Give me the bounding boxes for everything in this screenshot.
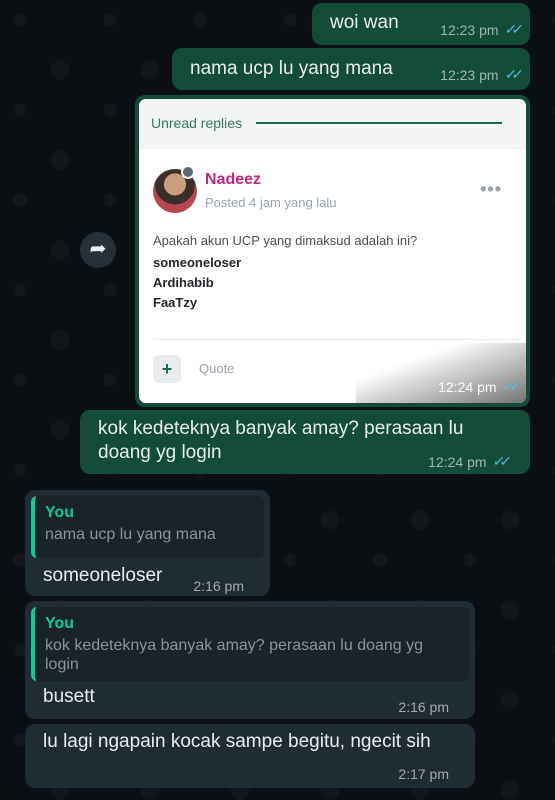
incoming-message[interactable]: You nama ucp lu yang mana someoneloser 2… — [25, 490, 270, 596]
double-check-icon: ✓✓ — [503, 66, 520, 82]
outgoing-message[interactable]: woi wan 12:23 pm ✓✓ — [312, 3, 530, 45]
double-check-icon: ✓✓ — [491, 453, 508, 469]
quoted-message[interactable]: You nama ucp lu yang mana — [31, 496, 264, 558]
plus-icon: + — [153, 355, 181, 383]
message-time: 12:24 pm — [428, 453, 487, 470]
quote-author: You — [45, 615, 75, 632]
card-header-label: Unread replies — [151, 115, 243, 131]
quoted-message[interactable]: You kok kedeteknya banyak amay? perasaan… — [31, 607, 469, 681]
double-check-icon: ✓✓ — [501, 378, 518, 394]
message-time: 12:23 pm — [440, 21, 499, 38]
quote-author: You — [45, 504, 75, 521]
incoming-message[interactable]: You kok kedeteknya banyak amay? perasaan… — [25, 601, 475, 719]
message-time: 12:24 pm — [438, 378, 497, 395]
post-account: someoneloser — [153, 255, 242, 270]
incoming-message[interactable]: lu lagi ngapain kocak sampe begitu, ngec… — [25, 724, 475, 788]
card-header: Unread replies — [139, 99, 526, 147]
quote-label: Quote — [199, 361, 235, 376]
image-message[interactable]: Unread replies Nadeez Posted 4 jam yang … — [135, 95, 530, 407]
message-meta: 12:23 pm ✓✓ — [440, 21, 520, 38]
message-meta: 12:24 pm ✓✓ — [438, 378, 518, 395]
forward-icon[interactable]: ➦ — [80, 232, 116, 268]
screenshot-image[interactable]: Unread replies Nadeez Posted 4 jam yang … — [139, 99, 526, 403]
more-options-icon: ••• — [480, 179, 502, 199]
message-text: nama ucp lu yang mana — [190, 58, 393, 79]
double-check-icon: ✓✓ — [503, 21, 520, 37]
post-account: Ardihabib — [153, 275, 214, 290]
post-account: FaaTzy — [153, 295, 198, 310]
message-text: busett — [43, 686, 95, 707]
quote-text: nama ucp lu yang mana — [45, 526, 216, 543]
outgoing-message[interactable]: nama ucp lu yang mana 12:23 pm ✓✓ — [172, 48, 530, 90]
quote-text: kok kedeteknya banyak amay? perasaan lu … — [45, 637, 424, 673]
message-time: 2:16 pm — [193, 578, 244, 594]
message-time: 2:17 pm — [398, 766, 449, 782]
message-time: 12:23 pm — [440, 66, 499, 83]
message-text: woi wan — [330, 12, 399, 33]
message-meta: 12:23 pm ✓✓ — [440, 66, 520, 83]
post-timestamp: Posted 4 jam yang lalu — [205, 195, 337, 210]
post-username: Nadeez — [205, 171, 262, 188]
message-text: lu lagi ngapain kocak sampe begitu, ngec… — [43, 731, 431, 752]
card-header-divider — [256, 122, 502, 124]
shield-icon — [181, 165, 195, 179]
outgoing-message[interactable]: kok kedeteknya banyak amay? perasaan lu … — [80, 410, 530, 474]
message-meta: 12:24 pm ✓✓ — [428, 453, 508, 470]
divider — [153, 339, 520, 340]
message-text: someoneloser — [43, 565, 163, 586]
post-question: Apakah akun UCP yang dimaksud adalah ini… — [153, 233, 418, 248]
message-time: 2:16 pm — [398, 699, 449, 715]
